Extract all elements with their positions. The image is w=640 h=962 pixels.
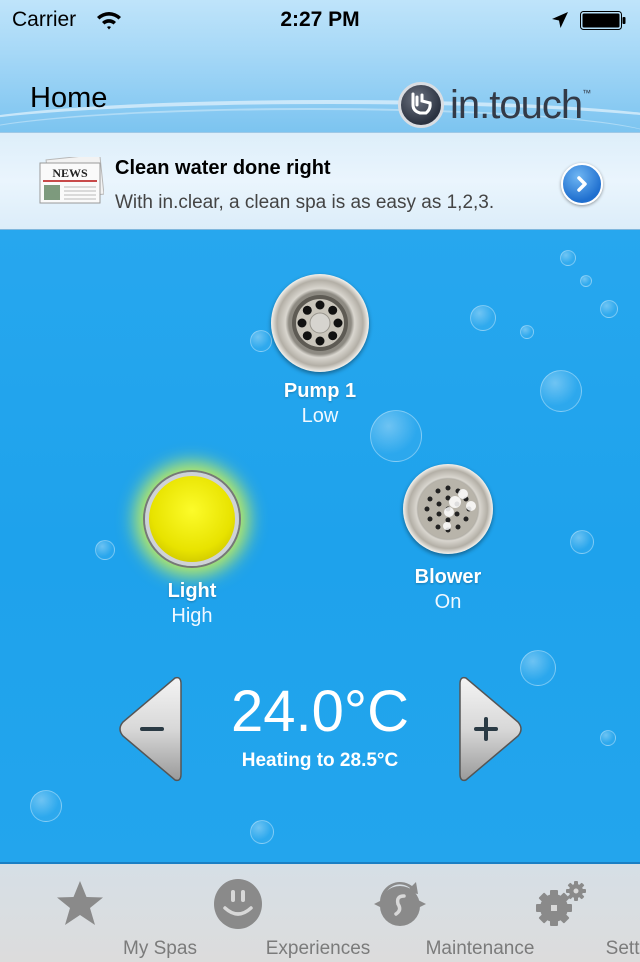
blower-control[interactable]: Blower On <box>368 464 528 614</box>
current-temperature: 24.0°C <box>231 679 409 744</box>
bubble <box>520 325 534 339</box>
hand-touch-icon <box>398 82 444 128</box>
bubble <box>580 275 592 287</box>
page-title: Home <box>30 82 108 114</box>
light-bulb-icon[interactable] <box>145 472 239 566</box>
location-arrow-icon <box>552 12 568 28</box>
tab-bar: My Spas Experiences Maintenance Sett <box>0 862 640 962</box>
svg-text:NEWS: NEWS <box>52 166 88 180</box>
tab-experiences[interactable]: Experiences <box>158 864 370 962</box>
blower-label: Blower <box>414 566 482 588</box>
news-open-button[interactable] <box>561 163 603 205</box>
tab-my-spas[interactable]: My Spas <box>0 864 197 962</box>
smiley-icon <box>214 879 262 929</box>
trademark: ™ <box>582 88 592 98</box>
clock: 2:27 PM <box>280 8 360 31</box>
chevron-right-icon <box>577 176 587 192</box>
news-headline: Clean water done right <box>115 157 331 179</box>
bubble <box>570 530 594 554</box>
news-banner[interactable]: NEWS Clean water done right With in.clea… <box>0 132 640 231</box>
maintenance-icon <box>374 882 426 926</box>
bubble <box>470 305 496 331</box>
battery-icon <box>580 11 626 30</box>
spa-control-area: Pump 1 Low Light High Blower On 24.0°C H… <box>0 230 640 862</box>
gears-icon <box>536 881 586 926</box>
pump1-control[interactable]: Pump 1 Low <box>240 274 400 428</box>
heating-status: Heating to 28.5°C <box>241 750 399 771</box>
bubble <box>30 790 62 822</box>
tab-settings[interactable]: Settings <box>480 864 640 962</box>
bubble <box>600 300 618 318</box>
pump1-label: Pump 1 <box>283 380 357 402</box>
bubble <box>560 250 576 266</box>
blower-state: On <box>434 591 462 613</box>
news-subtitle: With in.clear, a clean spa is as easy as… <box>115 192 495 213</box>
star-icon <box>57 881 103 925</box>
blower-jet-icon[interactable] <box>403 464 493 554</box>
tab-maintenance[interactable]: Maintenance <box>320 864 534 962</box>
increase-temp-button[interactable] <box>456 674 526 784</box>
pump1-state: Low <box>301 405 339 427</box>
pump-jet-icon[interactable] <box>271 274 369 372</box>
light-state: High <box>171 605 213 627</box>
bubble <box>540 370 582 412</box>
logo-text: in.touch <box>450 82 583 127</box>
light-control[interactable]: Light High <box>112 460 272 628</box>
intouch-logo: in.touch ™ <box>398 80 591 130</box>
app-header: Carrier 2:27 PM Home in.touch ™ <box>0 0 640 132</box>
status-bar: Carrier 2:27 PM <box>0 0 640 40</box>
tab-label: Settings <box>605 938 640 959</box>
light-label: Light <box>167 580 217 602</box>
newspaper-icon: NEWS <box>39 157 104 204</box>
bubble <box>250 820 274 844</box>
